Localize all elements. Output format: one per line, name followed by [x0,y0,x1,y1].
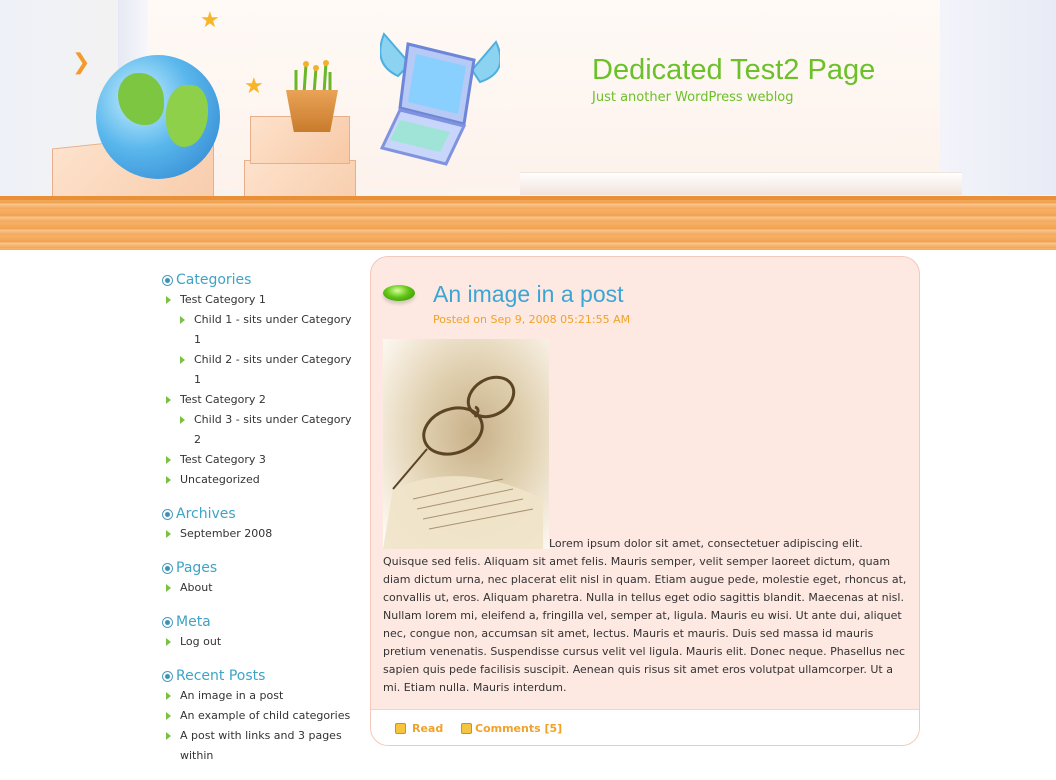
archives-list: September 2008 [160,524,360,544]
post-title[interactable]: An image in a post [433,281,624,308]
widget-title: Categories [160,270,360,290]
pages-widget: Pages About [160,558,360,598]
category-link[interactable]: Child 1 - sits under Category 1 [194,313,352,346]
green-bubble-icon [383,285,415,301]
arrow-right-icon [166,732,171,740]
post-footer: Read Comments [5] [371,709,919,745]
list-item: Test Category 2 [160,390,360,410]
list-item: Log out [160,632,360,652]
recent-posts-widget: Recent Posts An image in a post An examp… [160,666,360,766]
comments-link[interactable]: Comments [5] [461,722,562,735]
widget-title: Meta [160,612,360,632]
category-link[interactable]: Test Category 1 [180,293,266,306]
document-icon [395,723,406,734]
pages-heading: Pages [176,560,218,576]
bullet-icon [162,562,173,574]
page-link-about[interactable]: About [180,581,213,594]
site-title[interactable]: Dedicated Test2 Page [592,54,875,87]
list-item: An image in a post [160,686,360,706]
list-item: Test Category 3 [160,450,360,470]
globe-land [118,73,164,125]
list-item: An example of child categories [160,706,360,726]
arrow-right-icon [166,712,171,720]
categories-list: Test Category 1 Child 1 - sits under Cat… [160,290,360,490]
categories-heading: Categories [176,272,252,288]
logout-link[interactable]: Log out [180,635,221,648]
header-wall-right [940,0,1056,195]
post-image [383,339,549,549]
recent-post-link[interactable]: An image in a post [180,689,283,702]
post-date: Posted on Sep 9, 2008 05:21:55 AM [433,313,631,326]
category-link[interactable]: Child 2 - sits under Category 1 [194,353,352,386]
star-decoration-icon: ❯ [72,50,91,75]
arrow-right-icon [166,476,171,484]
list-item: Child 3 - sits under Category 2 [160,410,360,450]
category-link[interactable]: Uncategorized [180,473,260,486]
widget-title: Recent Posts [160,666,360,686]
sidebar: Categories Test Category 1 Child 1 - sit… [160,270,360,780]
comments-label: Comments [5] [475,722,563,735]
read-more-link[interactable]: Read [395,722,443,735]
arrow-right-icon [166,396,171,404]
read-label: Read [412,722,444,735]
archives-heading: Archives [176,506,236,522]
recent-post-link[interactable]: An example of child categories [180,709,350,722]
flower-pot-illustration [286,90,338,132]
list-item: A post with links and 3 pages within [160,726,360,766]
list-item: Test Category 1 [160,290,360,310]
arrow-right-icon [180,316,185,324]
list-item: Child 2 - sits under Category 1 [160,350,360,390]
globe-land [166,85,208,147]
site-tagline: Just another WordPress weblog [592,90,794,105]
header-shelf [0,196,1056,250]
post-body: Lorem ipsum dolor sit amet, consectetuer… [383,535,911,697]
arrow-right-icon [166,296,171,304]
globe-illustration [96,55,220,179]
widget-title: Archives [160,504,360,524]
archives-widget: Archives September 2008 [160,504,360,544]
categories-widget: Categories Test Category 1 Child 1 - sit… [160,270,360,490]
list-item: September 2008 [160,524,360,544]
post-text: Lorem ipsum dolor sit amet, consectetuer… [383,537,907,694]
arrow-right-icon [166,692,171,700]
list-item: Child 1 - sits under Category 1 [160,310,360,350]
flying-laptop-illustration [380,32,500,166]
category-link[interactable]: Test Category 3 [180,453,266,466]
plant-illustration [294,60,332,94]
category-link[interactable]: Test Category 2 [180,393,266,406]
arrow-right-icon [166,638,171,646]
category-link[interactable]: Child 3 - sits under Category 2 [194,413,352,446]
widget-title: Pages [160,558,360,578]
bullet-icon [162,670,173,682]
recent-posts-heading: Recent Posts [176,668,266,684]
pages-list: About [160,578,360,598]
bullet-icon [162,274,173,286]
recent-post-link[interactable]: A post with links and 3 pages within [180,729,342,762]
star-decoration-icon: ★ [200,8,220,33]
arrow-right-icon [180,416,185,424]
eyeglasses-on-book-image [383,375,543,549]
meta-widget: Meta Log out [160,612,360,652]
list-item: About [160,578,360,598]
bullet-icon [162,508,173,520]
site-header: ★ ★ ❯ Dedicated Test2 Page Just another … [0,0,1056,250]
arrow-right-icon [180,356,185,364]
list-item: Uncategorized [160,470,360,490]
arrow-right-icon [166,584,171,592]
arrow-right-icon [166,530,171,538]
post-card: An image in a post Posted on Sep 9, 2008… [370,256,920,746]
recent-posts-list: An image in a post An example of child c… [160,686,360,766]
archive-link[interactable]: September 2008 [180,527,272,540]
star-decoration-icon: ★ [244,74,264,99]
bullet-icon [162,616,173,628]
header-windowsill [520,172,962,195]
meta-list: Log out [160,632,360,652]
arrow-right-icon [166,456,171,464]
meta-heading: Meta [176,614,211,630]
comment-icon [461,723,472,734]
header-shelf-edge [0,196,1056,200]
